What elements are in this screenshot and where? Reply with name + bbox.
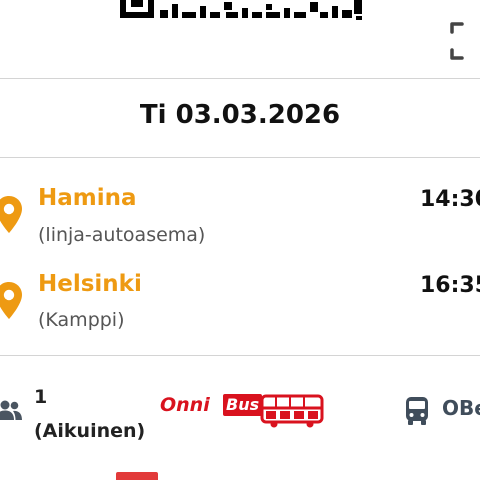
departure-city: Hamina xyxy=(38,185,137,211)
expand-icon[interactable] xyxy=(448,20,468,62)
passenger-type: (Aikuinen) xyxy=(34,420,146,442)
divider-route xyxy=(0,355,480,356)
travel-date: Ti 03.03.2026 xyxy=(139,100,341,130)
vehicle-label: OBe xyxy=(442,396,480,420)
red-marker xyxy=(116,472,158,480)
qr-code xyxy=(120,0,362,20)
passengers-info: 1 (Aikuinen) xyxy=(34,380,145,448)
divider-date xyxy=(0,157,480,158)
departure-station: (linja-autoasema) xyxy=(38,224,206,246)
arrival-time: 16:35 xyxy=(420,273,480,298)
map-pin-icon xyxy=(0,196,22,233)
arrival-city: Helsinki xyxy=(38,271,142,297)
map-pin-icon xyxy=(0,282,22,319)
double-decker-bus-icon xyxy=(260,394,324,428)
operator-logo-text: Onni xyxy=(160,394,210,416)
people-icon xyxy=(0,400,22,420)
divider-top xyxy=(0,78,480,79)
passenger-count: 1 xyxy=(34,386,48,408)
bus-icon xyxy=(406,397,428,425)
operator-logo-badge: Bus xyxy=(223,394,263,416)
arrival-station: (Kamppi) xyxy=(38,309,125,331)
departure-time: 14:30 xyxy=(420,187,480,212)
